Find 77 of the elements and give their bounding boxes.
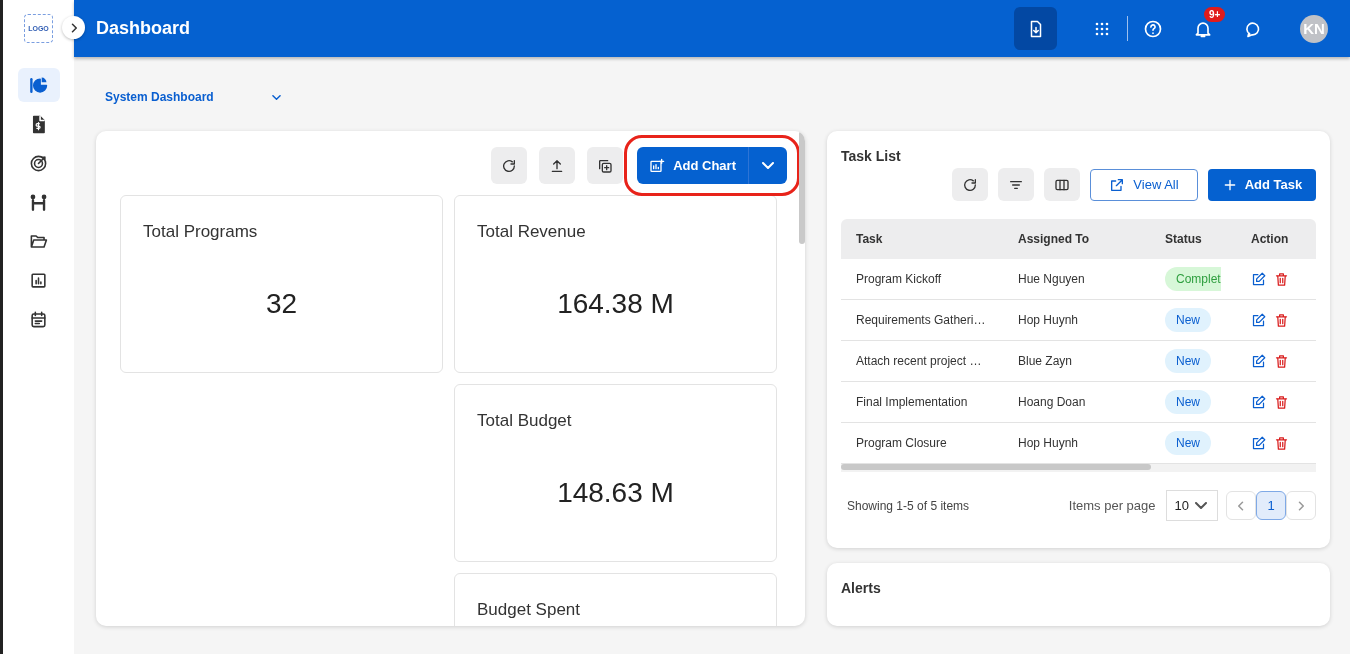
duplicate-button[interactable] [587,147,624,184]
edit-icon[interactable] [1251,435,1266,451]
page-title: Dashboard [96,18,191,39]
refresh-button[interactable] [952,168,988,201]
table-cell-text: Hop Huynh [1017,436,1080,450]
page-button[interactable]: 1 [1256,491,1286,520]
add-task-button[interactable]: Add Task [1208,168,1316,201]
table-cell-text: Hoang Doan [1017,395,1087,409]
chart-plus-icon [649,157,666,174]
table-cell-text: Attach recent project … [855,354,983,368]
table-cell-text: Requirements Gatheri… [855,313,987,327]
column-header: Task [855,232,884,246]
chevron-right-icon [70,22,77,33]
chevron-left-icon [1238,500,1244,511]
refresh-button[interactable] [491,147,528,184]
trash-icon[interactable] [1274,394,1289,410]
per-page-value: 10 [1174,498,1189,513]
copy-plus-icon [597,157,614,174]
calendar-icon [29,309,48,329]
trash-icon[interactable] [1274,312,1289,328]
edit-icon[interactable] [1251,271,1266,287]
status-badge: New [1165,308,1211,332]
column-header: Action [1250,232,1290,246]
per-page-select[interactable]: 10 [1165,490,1218,521]
dashboard-select-value: System Dashboard [105,90,214,104]
refresh-icon [501,157,518,174]
nav-item[interactable] [17,68,60,102]
stat-value: 32 [264,288,299,320]
view-all-button[interactable]: View All [1090,168,1198,201]
status-badge: Complet [1165,267,1221,291]
notification-badge: 9+ [1204,6,1226,22]
edit-icon[interactable] [1251,353,1266,369]
stat-value: 164.38 M [556,288,675,320]
card-title: Alerts [841,580,882,596]
trash-icon[interactable] [1274,435,1289,451]
stat-title: Total Budget [477,411,573,431]
chevron-down-icon [762,162,774,169]
status-badge: New [1165,390,1211,414]
chevron-down-icon [1195,502,1207,509]
edit-icon[interactable] [1251,312,1266,328]
scrollbar[interactable] [799,131,805,244]
trash-icon[interactable] [1274,353,1289,369]
add-chart-button[interactable]: Add Chart [637,147,749,184]
status-badge: New [1165,431,1211,455]
column-header: Assigned To [1017,232,1091,246]
external-link-icon [1109,176,1126,193]
table-cell-text: Hue Nguyen [1017,272,1086,286]
trash-icon[interactable] [1274,271,1289,287]
dashboard-select[interactable]: System Dashboard [96,85,290,109]
refresh-icon [962,176,978,193]
table-cell-text: Program Kickoff [855,272,943,286]
card-title: Task List [841,148,902,164]
chevron-down-icon [271,94,281,100]
status-badge: New [1165,349,1211,373]
stat-title: Budget Spent [477,600,582,620]
table-cell-text: Program Closure [855,436,948,450]
per-page-label: Items per page [1068,498,1156,513]
stat-title: Total Revenue [477,222,587,242]
pie-chart-icon [29,75,48,95]
column-header: Status [1165,232,1203,246]
columns-button[interactable] [1044,168,1080,201]
edit-icon[interactable] [1251,394,1266,410]
dropdown-button[interactable] [749,147,787,184]
scrollbar[interactable] [841,464,1151,470]
filter-button[interactable] [998,168,1034,201]
download-button[interactable] [1014,7,1057,50]
pagination-summary: Showing 1-5 of 5 items [847,498,970,513]
table-cell-text: Final Implementation [855,395,969,409]
stat-title: Total Programs [143,222,259,242]
target-icon [29,153,48,173]
stat-value: 148.63 M [556,477,675,509]
bar-chart-icon [29,270,48,290]
upload-button[interactable] [539,147,576,184]
help-icon[interactable] [1143,18,1163,39]
table-cell-text: Hop Huynh [1017,313,1080,327]
chevron-right-icon [1298,500,1304,511]
table-cell-text: Blue Zayn [1017,354,1074,368]
